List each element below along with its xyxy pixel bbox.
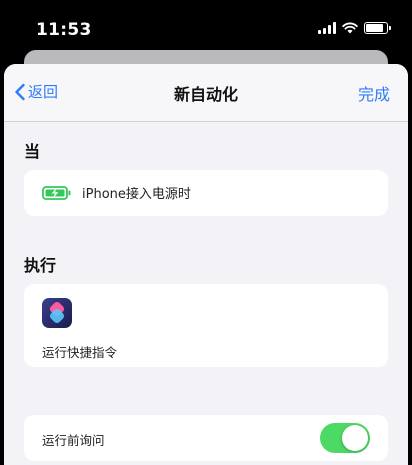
trigger-condition: iPhone接入电源时 xyxy=(82,187,191,202)
done-button[interactable]: 完成 xyxy=(358,81,390,105)
trigger-section-title: 当 xyxy=(24,142,41,161)
action-section-title: 执行 xyxy=(24,256,57,275)
action-label: 运行快捷指令 xyxy=(42,345,118,360)
page-title: 新自动化 xyxy=(173,85,238,104)
wifi-icon xyxy=(342,22,358,34)
battery-charging-icon xyxy=(42,185,71,200)
ask-before-running-toggle[interactable] xyxy=(320,423,370,453)
status-icons xyxy=(318,22,391,34)
toggle-knob xyxy=(342,425,368,451)
ask-before-running-label: 运行前询问 xyxy=(42,433,105,448)
status-time: 11:53 xyxy=(36,20,92,40)
navigation-bar: 返回 新自动化 完成 xyxy=(4,64,408,122)
signal-icon xyxy=(318,22,336,34)
battery-icon xyxy=(364,22,391,34)
automation-sheet: 返回 新自动化 完成 当 iPhone接入电源时 执行 运行快捷指令 运行前询问 xyxy=(4,64,408,465)
shortcuts-icon xyxy=(42,298,72,328)
action-card[interactable]: 运行快捷指令 xyxy=(24,284,388,367)
trigger-card[interactable]: iPhone接入电源时 xyxy=(24,170,388,216)
ask-before-running-row: 运行前询问 xyxy=(24,415,388,461)
